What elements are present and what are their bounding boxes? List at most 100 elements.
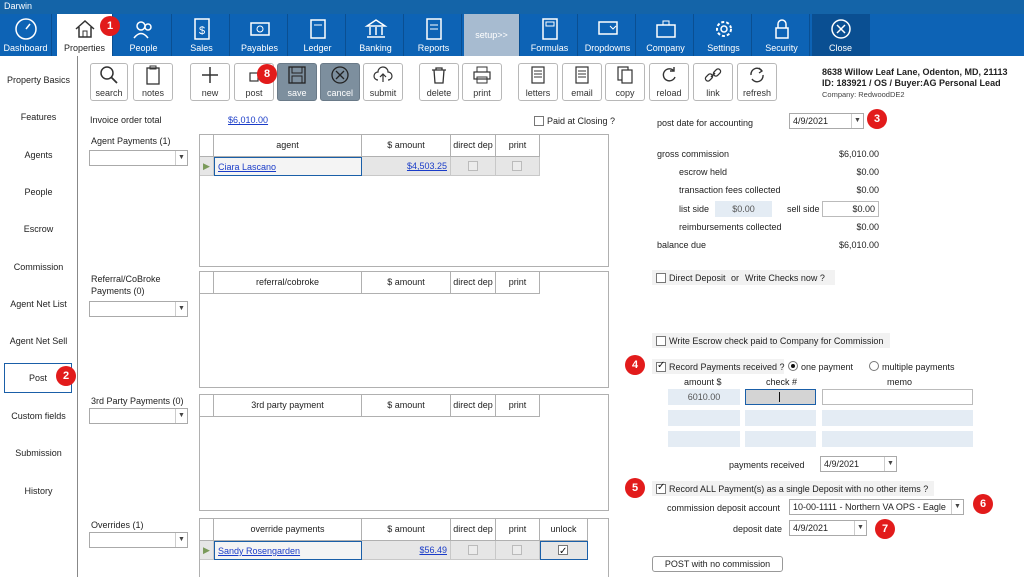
multiple-payments-radio[interactable] bbox=[869, 361, 879, 371]
nav-company[interactable]: Company bbox=[638, 14, 694, 56]
cancel-button[interactable]: cancel bbox=[320, 63, 360, 101]
sidebar-item-custom-fields[interactable]: Custom fields bbox=[0, 411, 77, 421]
write-checks-label[interactable]: Write Checks now ? bbox=[745, 273, 825, 283]
sidebar-item-property-basics[interactable]: Property Basics bbox=[0, 75, 77, 85]
escrow-held-value: $0.00 bbox=[856, 167, 879, 177]
direct-dep-checkbox[interactable] bbox=[468, 161, 478, 171]
unlock-checkbox[interactable] bbox=[558, 543, 568, 561]
paid-at-closing-checkbox[interactable] bbox=[534, 116, 544, 126]
reload-button[interactable]: reload bbox=[649, 63, 689, 101]
override-amount[interactable]: $56.49 bbox=[362, 541, 451, 560]
sidebar-item-agents[interactable]: Agents bbox=[0, 150, 77, 160]
nav-security[interactable]: Security bbox=[754, 14, 810, 56]
print-checkbox[interactable] bbox=[512, 161, 522, 171]
nav-setup[interactable]: setup>> bbox=[464, 14, 520, 56]
post-no-commission-button[interactable]: POST with no commission bbox=[652, 556, 783, 572]
chevron-down-icon: ▼ bbox=[884, 457, 896, 471]
invoice-total-label: Invoice order total bbox=[90, 115, 162, 125]
override-name[interactable]: Sandy Rosengarden bbox=[214, 541, 362, 560]
list-side-field[interactable]: $0.00 bbox=[715, 201, 772, 217]
chevron-down-icon: ▼ bbox=[854, 521, 866, 535]
sidebar-item-history[interactable]: History bbox=[0, 486, 77, 496]
deposit-account-dropdown[interactable]: 10-00-1111 - Northern VA OPS - Eagle ▼ bbox=[789, 499, 964, 515]
nav-payables[interactable]: Payables bbox=[232, 14, 288, 56]
print-checkbox[interactable] bbox=[512, 545, 522, 555]
memo-field[interactable] bbox=[822, 431, 973, 447]
chevron-down-icon: ▼ bbox=[175, 409, 187, 423]
payment-amount-field[interactable] bbox=[668, 431, 740, 447]
printer-icon bbox=[473, 66, 491, 84]
search-button[interactable]: search bbox=[90, 63, 128, 101]
payment-amount-field[interactable]: 6010.00 bbox=[668, 389, 740, 405]
chevron-down-icon: ▼ bbox=[175, 533, 187, 547]
agent-name[interactable]: Ciara Lascano bbox=[214, 157, 362, 176]
deposit-date-picker[interactable]: 4/9/2021 ▼ bbox=[789, 520, 867, 536]
nav-close[interactable]: Close bbox=[812, 14, 870, 56]
submit-button[interactable]: submit bbox=[363, 63, 403, 101]
nav-settings[interactable]: Settings bbox=[696, 14, 752, 56]
agent-payments-dropdown[interactable]: ▼ bbox=[89, 150, 188, 166]
bank-icon bbox=[364, 19, 387, 38]
col-direct-dep: direct dep bbox=[451, 395, 496, 417]
memo-field[interactable] bbox=[822, 410, 973, 426]
new-button[interactable]: new bbox=[190, 63, 230, 101]
link-button[interactable]: link bbox=[693, 63, 733, 101]
direct-dep-checkbox[interactable] bbox=[468, 545, 478, 555]
refresh-button[interactable]: refresh bbox=[737, 63, 777, 101]
sidebar-item-agent-net-sell[interactable]: Agent Net Sell bbox=[0, 336, 77, 346]
col-unlock: unlock bbox=[540, 519, 588, 541]
payments-received-date[interactable]: 4/9/2021 ▼ bbox=[820, 456, 897, 472]
notes-button[interactable]: notes bbox=[133, 63, 173, 101]
sidebar-item-submission[interactable]: Submission bbox=[0, 448, 77, 458]
refresh-icon bbox=[750, 67, 764, 83]
direct-deposit-checkbox[interactable] bbox=[656, 273, 666, 283]
letters-button[interactable]: letters bbox=[518, 63, 558, 101]
nav-banking[interactable]: Banking bbox=[348, 14, 404, 56]
table-row[interactable]: ▶ Sandy Rosengarden $56.49 bbox=[200, 541, 588, 561]
nav-dashboard[interactable]: Dashboard bbox=[0, 14, 52, 56]
payment-amount-field[interactable] bbox=[668, 410, 740, 426]
sidebar-item-features[interactable]: Features bbox=[0, 112, 77, 122]
overrides-dropdown[interactable]: ▼ bbox=[89, 532, 188, 548]
nav-ledger[interactable]: Ledger bbox=[290, 14, 346, 56]
record-all-deposit-checkbox[interactable] bbox=[656, 482, 666, 494]
agent-amount[interactable]: $4,503.25 bbox=[362, 157, 451, 176]
sidebar-item-agent-net-list[interactable]: Agent Net List bbox=[0, 299, 77, 309]
table-row[interactable]: ▶ Ciara Lascano $4,503.25 bbox=[200, 157, 540, 176]
memo-field[interactable] bbox=[822, 389, 973, 405]
post-date-picker[interactable]: 4/9/2021 ▼ bbox=[789, 113, 864, 129]
record-payments-checkbox[interactable] bbox=[656, 360, 666, 372]
check-number-field[interactable] bbox=[745, 431, 816, 447]
invoice-total-amount[interactable]: $6,010.00 bbox=[228, 115, 268, 125]
nav-sales[interactable]: $ Sales bbox=[174, 14, 230, 56]
list-side-label: list side bbox=[679, 204, 710, 214]
col-amount: $ amount bbox=[362, 135, 451, 157]
people-icon bbox=[132, 21, 152, 39]
write-escrow-checkbox[interactable] bbox=[656, 336, 666, 346]
nav-reports[interactable]: Reports bbox=[406, 14, 462, 56]
nav-dropdowns[interactable]: Dropdowns bbox=[580, 14, 636, 56]
delete-button[interactable]: delete bbox=[419, 63, 459, 101]
copy-button[interactable]: copy bbox=[605, 63, 645, 101]
one-payment-radio[interactable] bbox=[788, 361, 798, 371]
check-number-field[interactable] bbox=[745, 410, 816, 426]
write-escrow-label: Write Escrow check paid to Company for C… bbox=[669, 336, 884, 346]
nav-formulas[interactable]: Formulas bbox=[522, 14, 578, 56]
third-party-payments-dropdown[interactable]: ▼ bbox=[89, 408, 188, 424]
nav-people[interactable]: People bbox=[116, 14, 172, 56]
sell-side-field[interactable]: $0.00 bbox=[822, 201, 879, 217]
sidebar-item-escrow[interactable]: Escrow bbox=[0, 224, 77, 234]
email-button[interactable]: email bbox=[562, 63, 602, 101]
or-label: or bbox=[731, 273, 740, 283]
referral-payments-dropdown[interactable]: ▼ bbox=[89, 301, 188, 317]
check-number-field[interactable] bbox=[745, 389, 816, 405]
cloud-upload-icon bbox=[373, 66, 393, 82]
save-button[interactable]: save bbox=[277, 63, 317, 101]
sidebar-item-commission[interactable]: Commission bbox=[0, 262, 77, 272]
multiple-payments-label: multiple payments bbox=[882, 362, 955, 372]
sidebar-item-people[interactable]: People bbox=[0, 187, 77, 197]
report-icon bbox=[425, 18, 442, 40]
save-icon bbox=[288, 66, 306, 84]
money-icon bbox=[249, 22, 270, 36]
print-button[interactable]: print bbox=[462, 63, 502, 101]
